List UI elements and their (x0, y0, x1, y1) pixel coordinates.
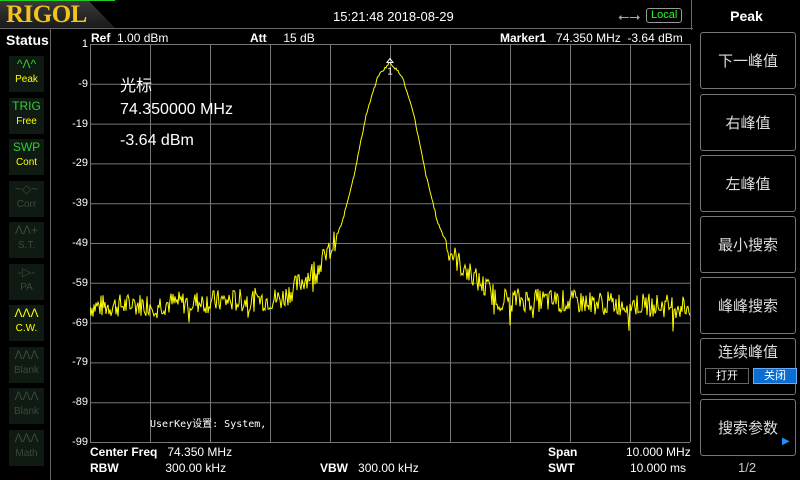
status-glyph: ~◇~ (14, 181, 39, 196)
marker-freq: 74.350000 MHz (120, 101, 233, 118)
status-peak-icon: ^Λ^ Peak (9, 56, 44, 92)
y-tick-label: -69 (72, 316, 88, 329)
rbw[interactable]: RBW 300.00 kHz (90, 461, 226, 475)
toggle-on[interactable]: 打开 (705, 368, 749, 384)
span-label[interactable]: Span (548, 445, 577, 459)
y-tick-label: -49 (72, 237, 88, 249)
rigol-logo: RIGOL (0, 0, 115, 28)
swt-label[interactable]: SWT (548, 461, 575, 475)
status-cont-icon: SWP Cont (9, 139, 44, 175)
menu-title: Peak (730, 8, 763, 24)
y-tick-label: -29 (72, 157, 88, 170)
peak-right-button[interactable]: 右峰值 (700, 94, 796, 151)
status-label: S.T. (17, 240, 36, 251)
status-label: Corr (16, 198, 37, 210)
marker-level: -3.64 dBm (120, 132, 194, 149)
y-tick-label: -99 (72, 436, 88, 448)
attenuation[interactable]: Att 15 dB (250, 31, 315, 45)
status-label: C.W. (15, 323, 38, 334)
continuous-peak-toggle[interactable]: 打开 关闭 (705, 368, 797, 384)
y-tick-label: -19 (72, 117, 88, 130)
continuous-peak-button[interactable]: 连续峰值 (700, 338, 796, 395)
local-status-badge[interactable]: Local (646, 8, 683, 23)
status-math-icon: ΛΛΛ Math (9, 429, 44, 466)
status-label: Free (16, 115, 37, 127)
status-corr-icon: ~◇~ Corr (9, 180, 44, 217)
status-free-icon: TRIG Free (9, 97, 44, 134)
peak-left-button[interactable]: 左峰值 (700, 155, 796, 212)
status-glyph: ΛΛΛ (14, 430, 39, 445)
status-blank-icon: ΛΛΛ Blank (9, 346, 44, 383)
peak-peak-search-button[interactable]: 峰峰搜索 (700, 277, 796, 334)
status-label: PA (20, 281, 33, 293)
usb-icon: ⭠⭢ (618, 8, 641, 24)
status-label: Blank (13, 406, 39, 417)
status-glyph: ΛΛΛ (14, 347, 39, 362)
status-glyph: -▷- (17, 264, 36, 279)
y-tick-label: -59 (72, 276, 88, 289)
search-params-button[interactable]: 搜索参数 (700, 399, 796, 456)
status-label: Blank (13, 364, 39, 376)
submenu-arrow-icon: ▶ (782, 436, 790, 447)
status-glyph: TRIG (12, 98, 41, 113)
center-freq[interactable]: Center Freq 74.350 MHz (90, 445, 232, 459)
status-label: Peak (15, 74, 38, 85)
marker-header: Marker1 74.350 MHz -3.64 dBm (500, 31, 683, 45)
span-value: 10.000 MHz (626, 445, 691, 459)
y-tick-label: -9 (78, 77, 88, 90)
vbw[interactable]: VBW 300.00 kHz (320, 461, 419, 475)
status-cw-icon: ΛΛΛ C.W. (9, 305, 44, 341)
y-tick-label: 1 (81, 38, 88, 50)
y-tick-label: -39 (72, 197, 88, 210)
menu-page-indicator: 1/2 (738, 460, 757, 475)
status-st-icon: ΛΛ+ S.T. (9, 222, 44, 258)
status-label: Math (15, 447, 38, 459)
status-glyph: ΛΛΛ (14, 389, 39, 403)
next-peak-button[interactable]: 下一峰值 (700, 32, 796, 89)
marker-number: 1 (387, 66, 393, 77)
status-blank-icon: ΛΛΛ Blank (9, 388, 44, 424)
status-label: Cont (15, 157, 38, 168)
userkey-text: UserKey设置: System, (150, 419, 267, 430)
datetime: 15:21:48 2018-08-29 (333, 9, 454, 24)
marker-title: 光标 (120, 78, 153, 95)
ref-level[interactable]: Ref 1.00 dBm (91, 31, 168, 45)
swt-value: 10.000 ms (630, 461, 687, 475)
toggle-off[interactable]: 关闭 (753, 368, 797, 384)
status-glyph: ^Λ^ (16, 57, 37, 71)
y-tick-label: -89 (72, 396, 88, 409)
y-tick-label: -79 (72, 356, 88, 369)
min-search-button[interactable]: 最小搜索 (700, 216, 796, 273)
status-glyph: ΛΛ+ (14, 223, 39, 237)
status-title: Status (6, 32, 49, 48)
status-glyph: ΛΛΛ (14, 306, 39, 320)
status-pa-icon: -▷- PA (9, 263, 44, 300)
status-glyph: SWP (12, 140, 41, 154)
